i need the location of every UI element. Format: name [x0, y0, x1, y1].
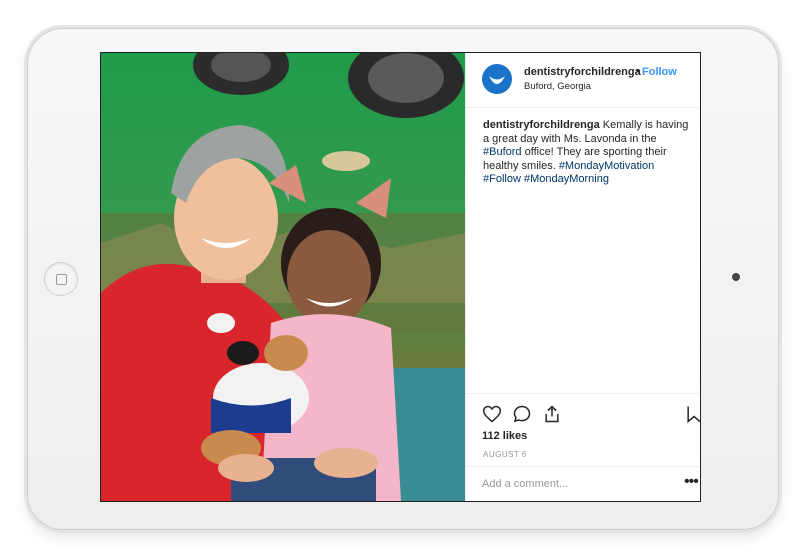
add-comment-input[interactable]: Add a comment...	[482, 478, 568, 490]
front-camera	[732, 273, 740, 281]
post-actions	[466, 393, 700, 424]
bookmark-icon[interactable]	[684, 404, 700, 424]
post-username[interactable]: dentistryforchildrenga	[524, 66, 641, 78]
instagram-post-screen: dentistryforchildrenga • Follow Buford, …	[100, 52, 701, 502]
share-icon[interactable]	[542, 404, 562, 424]
hashtag-mondaymorning[interactable]: #MondayMorning	[524, 173, 609, 185]
post-details-panel: dentistryforchildrenga • Follow Buford, …	[465, 53, 700, 501]
follow-separator: •	[636, 65, 640, 77]
post-header: dentistryforchildrenga • Follow Buford, …	[466, 53, 700, 108]
home-button[interactable]	[44, 262, 78, 296]
brand-avatar-icon[interactable]	[482, 64, 512, 94]
likes-count[interactable]: 112 likes	[482, 430, 527, 442]
comment-bar: Add a comment... •••	[466, 466, 700, 501]
caption-username[interactable]: dentistryforchildrenga	[483, 119, 600, 131]
comment-icon[interactable]	[512, 404, 532, 424]
post-location[interactable]: Buford, Georgia	[524, 81, 591, 92]
post-caption: dentistryforchildrenga Kemally is having…	[483, 119, 693, 187]
heart-icon[interactable]	[482, 404, 502, 424]
hashtag-follow[interactable]: #Follow	[483, 173, 521, 185]
hashtag-buford[interactable]: #Buford	[483, 146, 522, 158]
post-photo[interactable]	[101, 53, 465, 501]
post-date: AUGUST 6	[483, 450, 527, 459]
follow-button[interactable]: Follow	[642, 66, 677, 78]
more-options-icon[interactable]: •••	[684, 473, 699, 491]
hashtag-mondaymotivation[interactable]: #MondayMotivation	[559, 160, 654, 172]
